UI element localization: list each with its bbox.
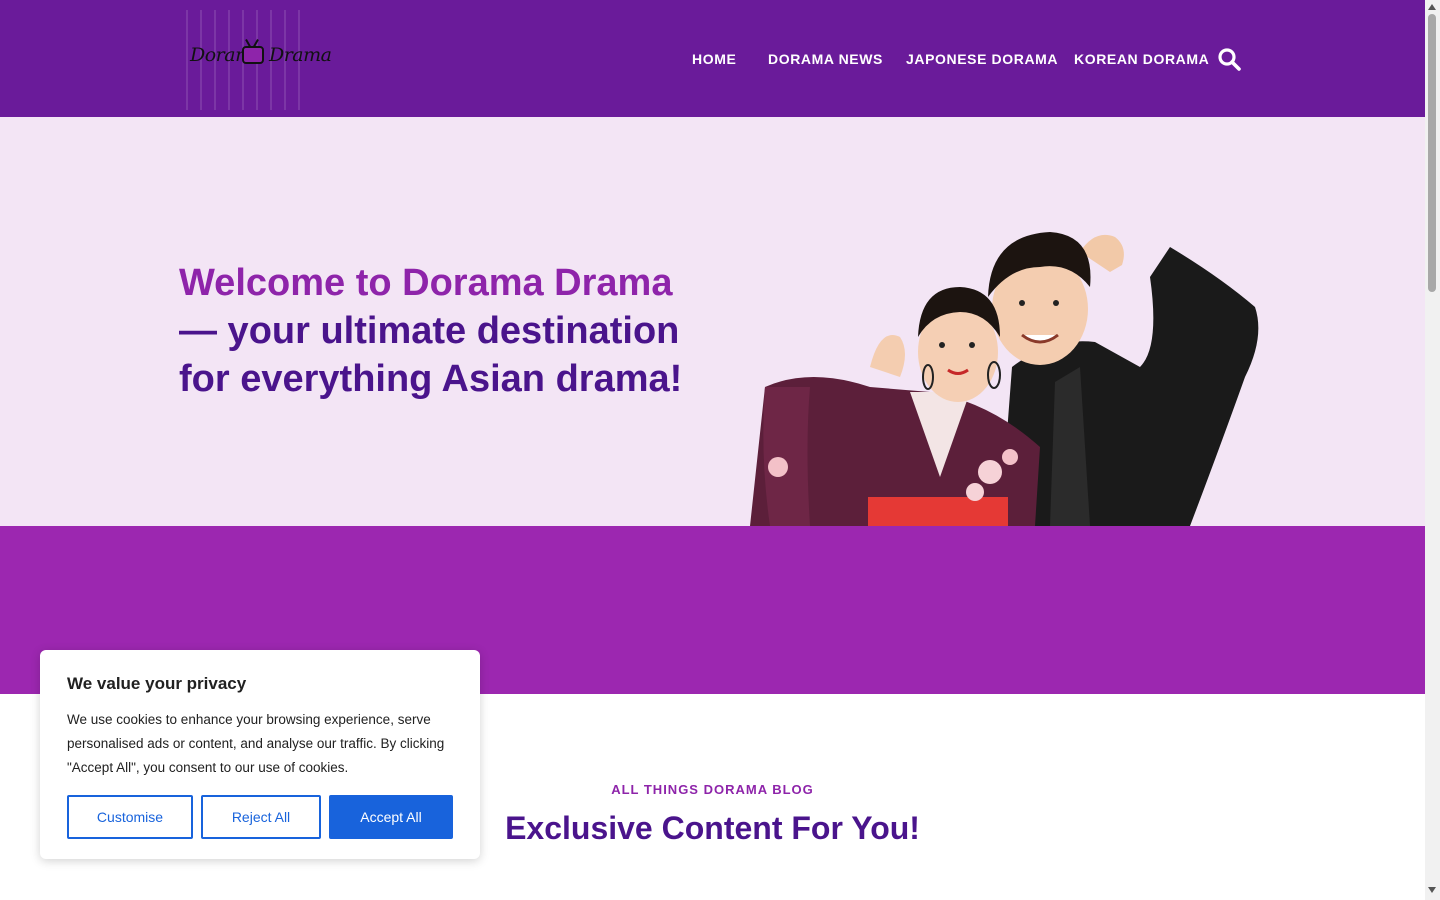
reject-all-button[interactable]: Reject All [201,795,321,839]
scrollbar-thumb[interactable] [1428,14,1436,292]
hero-headline-rest: — your ultimate destination for everythi… [179,310,683,400]
customise-button[interactable]: Customise [67,795,193,839]
nav-japonese-dorama[interactable]: JAPONESE DORAMA [906,51,1058,67]
nav-korean-dorama[interactable]: KOREAN DORAMA [1074,51,1209,67]
hero-section: Welcome to Dorama Drama — your ultimate … [0,117,1425,526]
accept-all-button[interactable]: Accept All [329,795,453,839]
nav-home[interactable]: HOME [692,51,736,67]
tv-icon [242,46,264,64]
site-logo[interactable]: Dorama Drama [186,10,332,110]
nav-dorama-news[interactable]: DORAMA NEWS [768,51,883,67]
site-header: Dorama Drama HOME DORAMA NEWS JAPONESE D… [0,0,1425,117]
search-icon[interactable] [1217,47,1241,71]
hero-couple-image [750,232,1259,526]
scroll-up-arrow-icon[interactable] [1428,4,1436,10]
page-scrollbar[interactable] [1425,0,1440,900]
hero-headline: Welcome to Dorama Drama — your ultimate … [179,259,719,403]
cookie-body: We use cookies to enhance your browsing … [67,712,445,775]
cookie-banner: We value your privacy We use cookies to … [40,650,480,859]
scroll-down-arrow-icon[interactable] [1428,887,1436,893]
cookie-title: We value your privacy [67,674,247,693]
hero-headline-strong: Welcome to Dorama Drama [179,262,673,304]
